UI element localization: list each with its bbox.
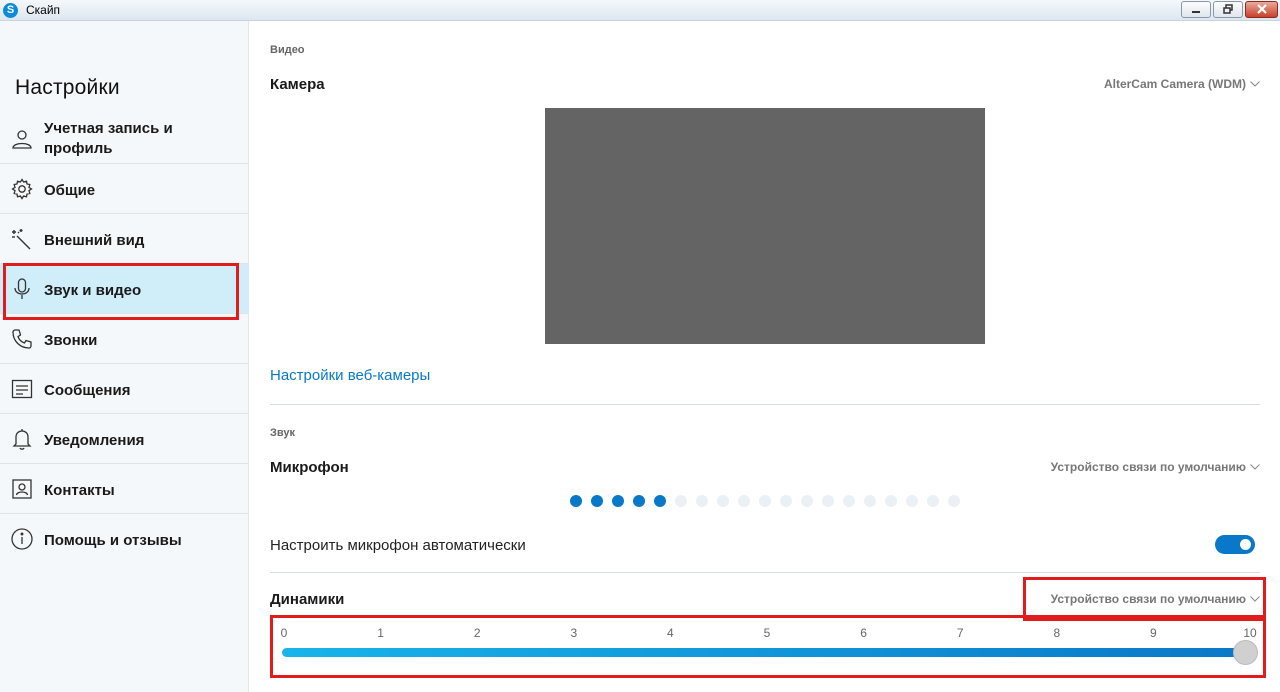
contact-card-icon (12, 479, 32, 499)
volume-tick-label: 0 (280, 626, 288, 640)
message-icon (11, 379, 33, 399)
close-button[interactable] (1245, 1, 1278, 18)
volume-tick-label: 1 (377, 626, 384, 640)
window-title: Скайп (26, 3, 61, 17)
nav-item-notifications[interactable]: Уведомления (0, 414, 249, 464)
settings-sidebar: Настройки Учетная запись и профиль Общие… (0, 21, 249, 692)
mic-level-dot (759, 495, 771, 507)
webcam-settings-link[interactable]: Настройки веб-камеры (270, 367, 430, 384)
speaker-volume-slider[interactable] (282, 648, 1246, 657)
mic-level-dot (822, 495, 834, 507)
nav-label: Звонки (44, 332, 98, 349)
mic-level-dot (654, 495, 666, 507)
mic-level-dot (696, 495, 708, 507)
nav-label: Учетная запись и профиль (44, 120, 173, 157)
section-label-video: Видео (270, 44, 305, 56)
microphone-icon (14, 278, 30, 299)
nav-label: Уведомления (44, 432, 145, 449)
mic-level-dot (801, 495, 813, 507)
mic-level-dot (591, 495, 603, 507)
chevron-down-icon (1250, 81, 1260, 87)
nav-label: Сообщения (44, 382, 131, 399)
magic-wand-icon (12, 229, 31, 250)
mic-level-dot (570, 495, 582, 507)
skype-logo-icon: S (3, 3, 18, 18)
nav-label: Помощь и отзывы (44, 532, 182, 549)
gear-icon (11, 178, 33, 200)
camera-device-dropdown[interactable]: AlterCam Camera (WDM) (1104, 77, 1260, 91)
volume-tick-label: 4 (667, 626, 674, 640)
highlight-frame-speaker-volume (270, 615, 1266, 678)
mic-level-dot (906, 495, 918, 507)
nav-item-contacts[interactable]: Контакты (0, 464, 249, 514)
speaker-volume-thumb[interactable] (1233, 640, 1258, 665)
camera-preview (545, 108, 985, 344)
sidebar-title: Настройки (15, 76, 120, 99)
chevron-down-icon (1250, 464, 1260, 470)
microphone-device-dropdown[interactable]: Устройство связи по умолчанию (1051, 460, 1260, 474)
mic-level-dot (717, 495, 729, 507)
microphone-title: Микрофон (270, 459, 349, 476)
nav-label: Общие (44, 182, 96, 199)
nav-item-appearance[interactable]: Внешний вид (0, 214, 249, 264)
microphone-device-value: Устройство связи по умолчанию (1050, 460, 1246, 474)
mic-level-dot (633, 495, 645, 507)
mic-level-dot (864, 495, 876, 507)
speakers-device-value: Устройство связи по умолчанию (1050, 592, 1246, 606)
speakers-title: Динамики (270, 591, 345, 608)
volume-tick-label: 2 (473, 626, 481, 640)
mic-level-dot (885, 495, 897, 507)
section-label-sound: Звук (270, 427, 296, 439)
volume-tick-label: 5 (763, 626, 771, 640)
nav-item-audio-video[interactable]: Звук и видео (0, 264, 249, 314)
volume-tick-label: 10 (1243, 626, 1257, 640)
bell-icon (12, 429, 32, 450)
camera-title: Камера (270, 76, 325, 93)
mic-level-dot (927, 495, 939, 507)
mic-level-dot (738, 495, 750, 507)
volume-tick-label: 8 (1053, 626, 1061, 640)
nav-item-general[interactable]: Общие (0, 164, 249, 214)
person-icon (12, 130, 32, 149)
info-icon (11, 528, 33, 550)
minimize-button[interactable] (1181, 1, 1211, 18)
mic-level-dot (612, 495, 624, 507)
camera-device-value: AlterCam Camera (WDM) (1103, 77, 1246, 91)
restore-button[interactable] (1213, 1, 1243, 18)
divider (270, 404, 1260, 405)
phone-icon (12, 329, 32, 349)
nav-item-help-feedback[interactable]: Помощь и отзывы (0, 514, 249, 564)
nav-label: Звук и видео (44, 282, 142, 299)
volume-tick-label: 7 (956, 626, 964, 640)
nav-item-messages[interactable]: Сообщения (0, 364, 249, 414)
auto-adjust-mic-label: Настроить микрофон автоматически (270, 537, 526, 554)
nav-item-account-profile[interactable]: Учетная запись и профиль (0, 114, 249, 164)
volume-tick-label: 3 (570, 626, 578, 640)
nav-label: Контакты (44, 482, 115, 499)
toggle-knob (1240, 539, 1251, 550)
nav-label: Внешний вид (44, 232, 145, 249)
volume-tick-label: 6 (860, 626, 867, 640)
mic-level-dot (948, 495, 960, 507)
title-bar: S Скайп (0, 0, 1280, 21)
microphone-level-meter (570, 495, 960, 507)
volume-tick-label: 9 (1150, 626, 1157, 640)
speaker-volume-scale: 0 1 2 3 4 5 6 7 8 9 10 (280, 626, 1257, 640)
mic-level-dot (843, 495, 855, 507)
nav-item-calls[interactable]: Звонки (0, 314, 249, 364)
divider (270, 572, 1260, 573)
mic-level-dot (675, 495, 687, 507)
settings-content: Видео Камера AlterCam Camera (WDM) Настр… (250, 21, 1280, 692)
speakers-device-dropdown[interactable]: Устройство связи по умолчанию (1051, 592, 1260, 606)
auto-adjust-mic-toggle[interactable] (1215, 535, 1255, 554)
chevron-down-icon (1250, 596, 1260, 602)
mic-level-dot (780, 495, 792, 507)
